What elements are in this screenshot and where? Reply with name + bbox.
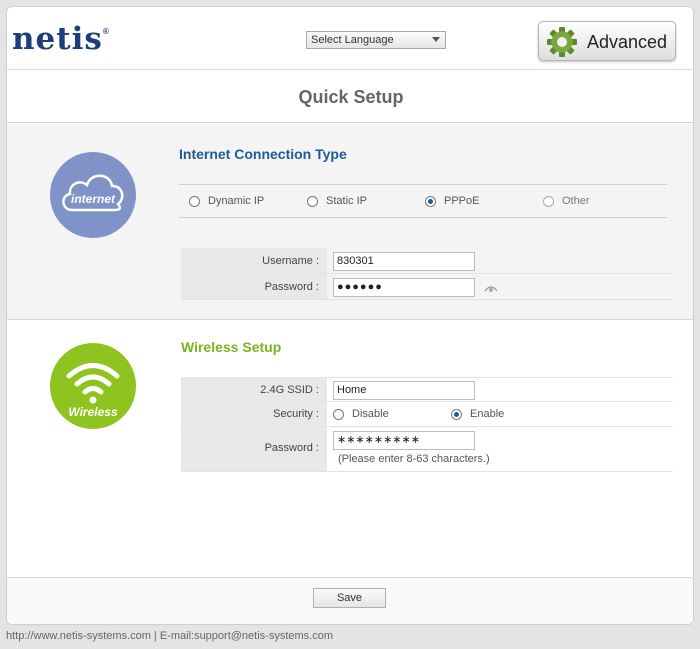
pppoe-password-input[interactable]: ●●●●●● <box>333 278 475 297</box>
page-title-bar: Quick Setup <box>7 71 693 123</box>
radio-security-enable-label: Enable <box>470 408 505 420</box>
internet-section: internet Internet Connection Type Dynami… <box>7 124 693 320</box>
save-button[interactable]: Save <box>313 588 386 608</box>
radio-security-enable-button[interactable] <box>451 408 462 420</box>
username-input[interactable]: 830301 <box>333 252 475 271</box>
username-row: Username : 830301 <box>181 248 673 274</box>
pppoe-password-label: Password : <box>181 274 327 299</box>
radio-other-label: Other <box>562 195 590 207</box>
radio-pppoe-button[interactable] <box>425 195 436 207</box>
password-hint: (Please enter 8-63 characters.) <box>338 453 490 465</box>
footer: Save <box>7 577 693 624</box>
security-row: Security : Disable Enable <box>181 402 673 427</box>
wireless-section-title: Wireless Setup <box>181 339 282 355</box>
radio-static-ip-button[interactable] <box>307 195 318 207</box>
radio-dynamic-ip[interactable]: Dynamic IP <box>189 195 264 207</box>
radio-pppoe[interactable]: PPPoE <box>425 195 479 207</box>
page-title: Quick Setup <box>298 87 404 107</box>
pppoe-password-row: Password : ●●●●●● <box>181 274 673 300</box>
wireless-password-label: Password : <box>181 427 327 471</box>
logo-text: netis <box>12 21 103 57</box>
advanced-button[interactable]: Advanced <box>538 21 676 61</box>
contact-info: http://www.netis-systems.com | E-mail:su… <box>6 630 333 642</box>
radio-security-disable-button[interactable] <box>333 408 344 420</box>
ssid-row: 2.4G SSID : Home <box>181 377 673 402</box>
radio-pppoe-label: PPPoE <box>444 195 480 207</box>
connection-type-group: Dynamic IP Static IP PPPoE Other <box>179 184 667 218</box>
radio-security-disable[interactable]: Disable <box>333 408 389 420</box>
gear-icon <box>547 27 577 57</box>
username-label: Username : <box>181 248 327 273</box>
header: netis® Select Language Advanced <box>7 7 693 70</box>
advanced-button-label: Advanced <box>587 32 668 52</box>
radio-static-ip-label: Static IP <box>326 195 367 207</box>
internet-badge: internet <box>50 152 136 238</box>
internet-section-title: Internet Connection Type <box>179 146 347 162</box>
radio-static-ip[interactable]: Static IP <box>307 195 367 207</box>
radio-dynamic-ip-label: Dynamic IP <box>208 195 265 207</box>
wireless-password-input[interactable]: ∗∗∗∗∗∗∗∗∗ <box>333 431 475 450</box>
radio-dynamic-ip-button[interactable] <box>189 195 200 207</box>
ssid-label: 2.4G SSID : <box>181 378 327 401</box>
internet-badge-caption: internet <box>70 192 115 206</box>
language-select-value: Select Language <box>311 34 394 46</box>
ssid-input[interactable]: Home <box>333 381 475 400</box>
show-password-icon[interactable] <box>484 284 498 294</box>
wireless-password-row: Password : ∗∗∗∗∗∗∗∗∗ (Please enter 8-63 … <box>181 427 673 472</box>
radio-other[interactable]: Other <box>543 195 590 207</box>
language-select[interactable]: Select Language <box>306 31 446 49</box>
chevron-down-icon <box>432 37 440 42</box>
wireless-badge: Wireless <box>50 343 136 429</box>
logo-registered-mark: ® <box>102 27 110 36</box>
main-panel: netis® Select Language Advanced Quick Se… <box>6 6 694 625</box>
wireless-section: Wireless Wireless Setup 2.4G SSID : Home… <box>7 321 693 577</box>
radio-security-enable[interactable]: Enable <box>451 408 504 420</box>
security-label: Security : <box>181 402 327 426</box>
radio-security-disable-label: Disable <box>352 408 389 420</box>
netis-logo: netis® <box>12 21 110 57</box>
wireless-badge-caption: Wireless <box>68 405 118 419</box>
radio-other-button[interactable] <box>543 195 554 207</box>
